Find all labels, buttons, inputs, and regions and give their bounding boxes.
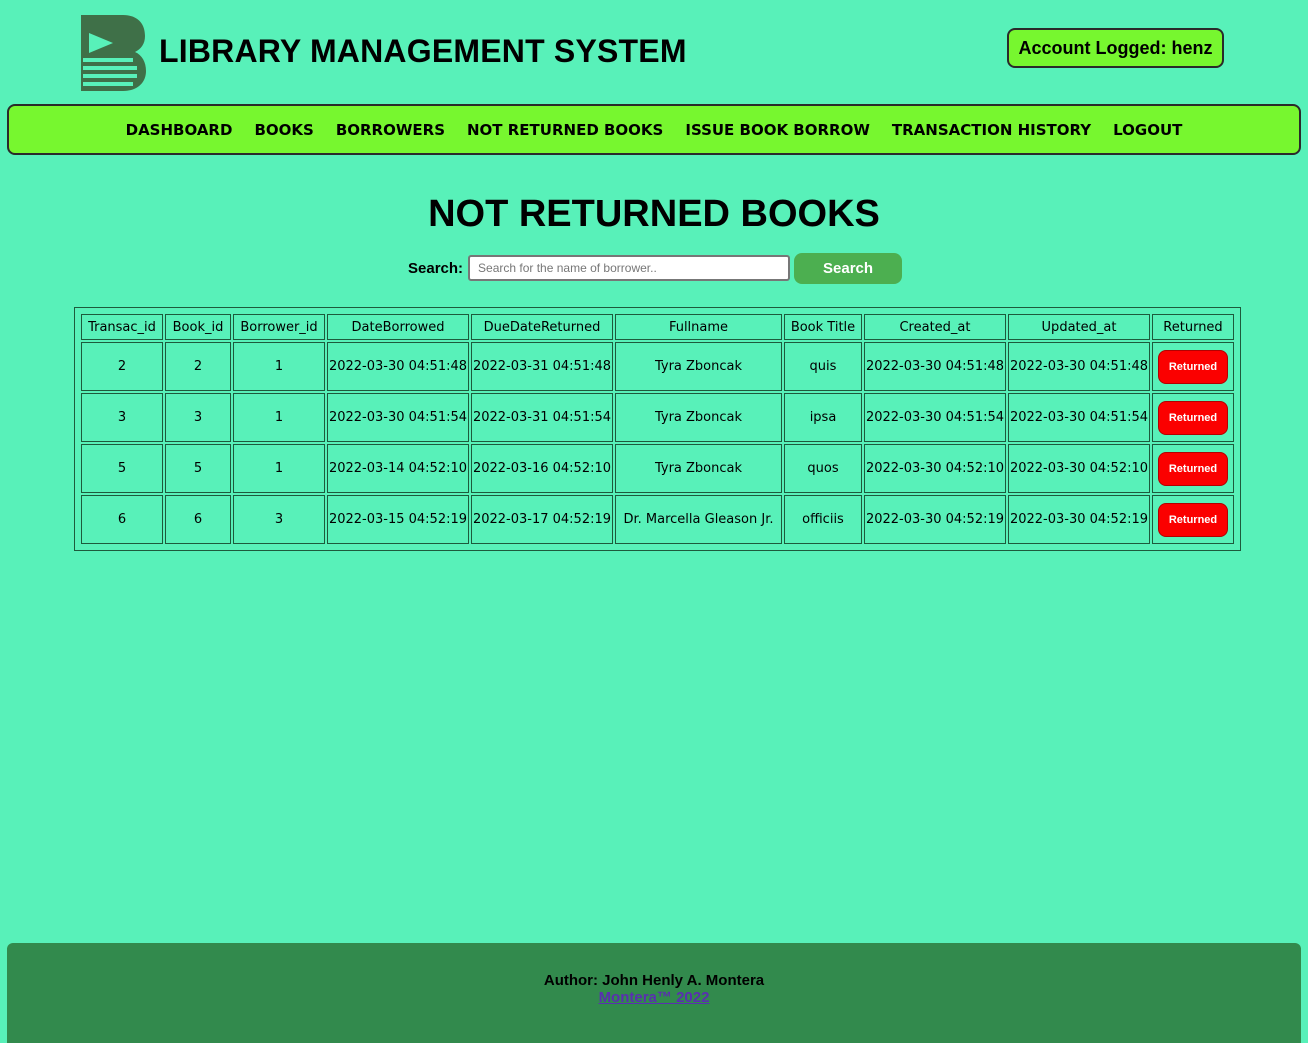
cell-created-at: 2022-03-30 04:52:19 (864, 495, 1006, 544)
nav-borrowers[interactable]: BORROWERS (336, 121, 445, 139)
cell-returned: Returned (1152, 444, 1234, 493)
cell-updated-at: 2022-03-30 04:52:10 (1008, 444, 1150, 493)
header-book-id: Book_id (165, 314, 231, 340)
cell-transac-id: 3 (81, 393, 163, 442)
cell-created-at: 2022-03-30 04:51:48 (864, 342, 1006, 391)
table-row: 5 5 1 2022-03-14 04:52:10 2022-03-16 04:… (81, 444, 1234, 493)
footer: Author: John Henly A. Montera Montera™ 2… (7, 943, 1301, 1043)
cell-due-date-returned: 2022-03-17 04:52:19 (471, 495, 613, 544)
cell-returned: Returned (1152, 342, 1234, 391)
cell-date-borrowed: 2022-03-30 04:51:54 (327, 393, 469, 442)
cell-borrower-id: 1 (233, 444, 325, 493)
cell-updated-at: 2022-03-30 04:51:48 (1008, 342, 1150, 391)
cell-date-borrowed: 2022-03-15 04:52:19 (327, 495, 469, 544)
nav-not-returned-books[interactable]: NOT RETURNED BOOKS (467, 121, 663, 139)
cell-transac-id: 5 (81, 444, 163, 493)
cell-book-title: quis (784, 342, 862, 391)
footer-copyright-link[interactable]: Montera™ 2022 (599, 989, 710, 1006)
returned-button[interactable]: Returned (1158, 451, 1228, 486)
not-returned-table: Transac_id Book_id Borrower_id DateBorro… (74, 307, 1241, 551)
cell-due-date-returned: 2022-03-31 04:51:48 (471, 342, 613, 391)
cell-date-borrowed: 2022-03-14 04:52:10 (327, 444, 469, 493)
footer-author: Author: John Henly A. Montera (543, 972, 765, 989)
not-returned-table-container: Transac_id Book_id Borrower_id DateBorro… (74, 307, 1241, 551)
site-title: LIBRARY MANAGEMENT SYSTEM (159, 33, 687, 69)
cell-due-date-returned: 2022-03-31 04:51:54 (471, 393, 613, 442)
header-borrower-id: Borrower_id (233, 314, 325, 340)
returned-button[interactable]: Returned (1158, 502, 1228, 537)
cell-transac-id: 6 (81, 495, 163, 544)
table-row: 3 3 1 2022-03-30 04:51:54 2022-03-31 04:… (81, 393, 1234, 442)
cell-returned: Returned (1152, 393, 1234, 442)
cell-fullname: Tyra Zboncak (615, 342, 782, 391)
cell-fullname: Dr. Marcella Gleason Jr. (615, 495, 782, 544)
book-stack-logo-icon (81, 15, 146, 91)
header-date-borrowed: DateBorrowed (327, 314, 469, 340)
cell-transac-id: 2 (81, 342, 163, 391)
cell-updated-at: 2022-03-30 04:51:54 (1008, 393, 1150, 442)
cell-fullname: Tyra Zboncak (615, 444, 782, 493)
cell-borrower-id: 1 (233, 342, 325, 391)
cell-fullname: Tyra Zboncak (615, 393, 782, 442)
cell-book-title: quos (784, 444, 862, 493)
cell-book-title: officiis (784, 495, 862, 544)
search-button[interactable]: Search (794, 252, 903, 284)
cell-date-borrowed: 2022-03-30 04:51:48 (327, 342, 469, 391)
search-input[interactable] (468, 255, 791, 281)
search-form: Search: Search (408, 252, 903, 284)
main-navbar: DASHBOARD BOOKS BORROWERS NOT RETURNED B… (7, 104, 1301, 155)
header-created-at: Created_at (864, 314, 1006, 340)
table-header-row: Transac_id Book_id Borrower_id DateBorro… (81, 314, 1234, 340)
cell-created-at: 2022-03-30 04:52:10 (864, 444, 1006, 493)
header-book-title: Book Title (784, 314, 862, 340)
header-returned: Returned (1152, 314, 1234, 340)
header-transac-id: Transac_id (81, 314, 163, 340)
page-title: NOT RETURNED BOOKS (428, 193, 880, 235)
search-label: Search: (408, 259, 464, 277)
cell-book-title: ipsa (784, 393, 862, 442)
nav-issue-book-borrow[interactable]: ISSUE BOOK BORROW (685, 121, 870, 139)
returned-button[interactable]: Returned (1158, 400, 1228, 435)
returned-button[interactable]: Returned (1158, 349, 1228, 384)
cell-book-id: 5 (165, 444, 231, 493)
header-updated-at: Updated_at (1008, 314, 1150, 340)
nav-books[interactable]: BOOKS (254, 121, 313, 139)
cell-book-id: 2 (165, 342, 231, 391)
cell-book-id: 3 (165, 393, 231, 442)
cell-returned: Returned (1152, 495, 1234, 544)
nav-dashboard[interactable]: DASHBOARD (126, 121, 233, 139)
cell-book-id: 6 (165, 495, 231, 544)
table-row: 2 2 1 2022-03-30 04:51:48 2022-03-31 04:… (81, 342, 1234, 391)
header-due-date-returned: DueDateReturned (471, 314, 613, 340)
cell-due-date-returned: 2022-03-16 04:52:10 (471, 444, 613, 493)
nav-logout[interactable]: LOGOUT (1113, 121, 1182, 139)
footer-link-wrapper: Montera™ 2022 (7, 989, 1301, 1006)
cell-borrower-id: 1 (233, 393, 325, 442)
cell-borrower-id: 3 (233, 495, 325, 544)
table-row: 6 6 3 2022-03-15 04:52:19 2022-03-17 04:… (81, 495, 1234, 544)
header: LIBRARY MANAGEMENT SYSTEM Account Logged… (0, 0, 1308, 104)
nav-transaction-history[interactable]: TRANSACTION HISTORY (892, 121, 1091, 139)
cell-updated-at: 2022-03-30 04:52:19 (1008, 495, 1150, 544)
cell-created-at: 2022-03-30 04:51:54 (864, 393, 1006, 442)
header-fullname: Fullname (615, 314, 782, 340)
account-logged-badge: Account Logged: henz (1007, 28, 1224, 68)
